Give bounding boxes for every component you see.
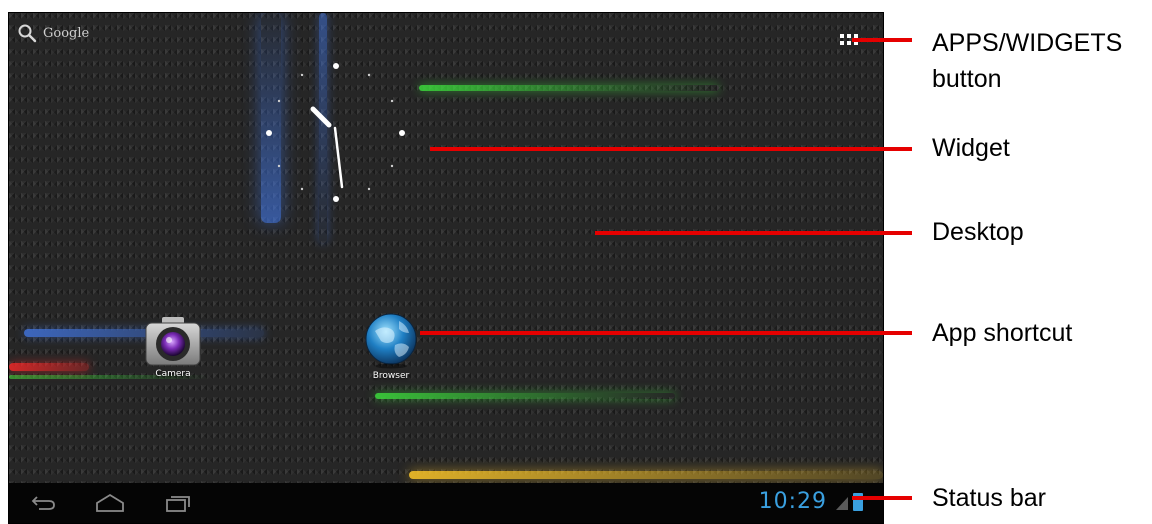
browser-icon xyxy=(363,311,419,369)
wallpaper-glow-green xyxy=(419,85,719,91)
device-screen: Google Camera Browser 10:29 xyxy=(8,12,884,524)
callout-label-apps-widgets-line1: APPS/WIDGETS xyxy=(932,29,1123,57)
callout-line-widget xyxy=(430,147,912,151)
callout-label-apps-widgets: APPS/WIDGETS button xyxy=(932,25,1122,97)
callout-label-desktop: Desktop xyxy=(932,218,1024,246)
shortcut-label: Camera xyxy=(155,369,191,379)
camera-shortcut[interactable]: Camera xyxy=(133,315,213,379)
callout-label-status-bar: Status bar xyxy=(932,484,1046,512)
analog-clock-widget[interactable] xyxy=(259,63,409,213)
back-icon[interactable] xyxy=(31,493,57,517)
callout-line-desktop xyxy=(595,231,912,235)
home-icon[interactable] xyxy=(95,493,125,517)
callout-label-app-shortcut: App shortcut xyxy=(932,319,1073,347)
status-time[interactable]: 10:29 xyxy=(759,489,827,514)
search-label: Google xyxy=(43,25,90,41)
shortcut-label: Browser xyxy=(372,371,410,381)
callout-line-status-bar xyxy=(852,496,912,500)
callout-line-apps-widgets xyxy=(852,38,912,42)
search-icon xyxy=(17,23,37,43)
status-bar: 10:29 xyxy=(9,483,883,523)
clock-face-icon xyxy=(266,63,405,202)
recent-apps-icon[interactable] xyxy=(165,493,191,517)
callout-line-app-shortcut xyxy=(420,331,912,335)
browser-shortcut[interactable]: Browser xyxy=(351,311,431,381)
google-search-bar[interactable]: Google xyxy=(17,23,89,43)
wallpaper-glow-red xyxy=(9,363,89,371)
callout-label-apps-widgets-line2: button xyxy=(932,65,1002,93)
wallpaper-glow-yellow xyxy=(409,471,883,479)
wallpaper-glow-green xyxy=(375,393,675,399)
callout-label-widget: Widget xyxy=(932,134,1010,162)
camera-icon xyxy=(144,315,202,367)
signal-icon xyxy=(835,495,849,515)
